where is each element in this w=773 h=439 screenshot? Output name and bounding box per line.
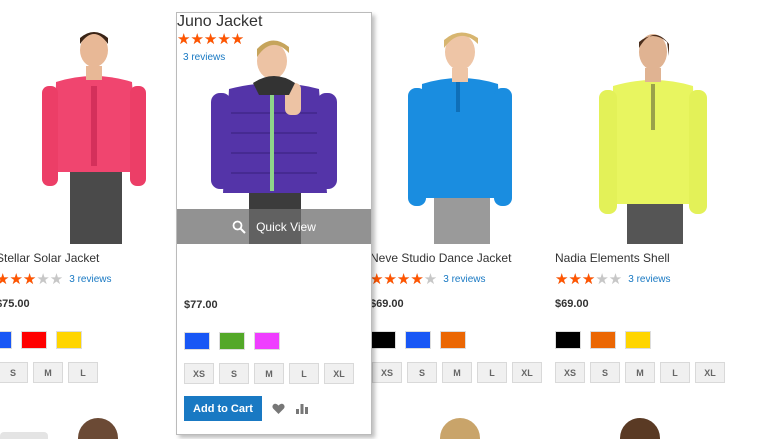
product-image[interactable] bbox=[370, 22, 566, 244]
product-name[interactable]: Nadia Elements Shell bbox=[555, 251, 670, 265]
reviews-link[interactable]: 3 reviews bbox=[69, 274, 111, 285]
size-options: XS S M L XL bbox=[372, 362, 542, 383]
color-swatch-orange[interactable] bbox=[590, 331, 616, 349]
size-option-xl[interactable]: XL bbox=[512, 362, 542, 383]
size-option-s[interactable]: S bbox=[219, 363, 249, 384]
compare-chart-icon[interactable] bbox=[294, 401, 310, 417]
size-options: S M L bbox=[0, 362, 98, 383]
size-option-l[interactable]: L bbox=[660, 362, 690, 383]
search-icon bbox=[232, 220, 246, 234]
product-card-stellar-solar-jacket[interactable]: Stellar Solar Jacket ★★★★★★★★★★ 3 review… bbox=[0, 0, 192, 439]
size-option-s[interactable]: S bbox=[0, 362, 28, 383]
product-card-neve-studio-dance-jacket[interactable]: Neve Studio Dance Jacket ★★★★★★★★★★ 3 re… bbox=[370, 0, 566, 439]
size-option-xl[interactable]: XL bbox=[695, 362, 725, 383]
rating-stars: ★★★★★★★★★★ bbox=[0, 270, 64, 288]
size-option-s[interactable]: S bbox=[407, 362, 437, 383]
color-swatch-blue[interactable] bbox=[405, 331, 431, 349]
quick-view-label: Quick View bbox=[256, 219, 316, 234]
color-swatch-green[interactable] bbox=[219, 332, 245, 350]
product-name[interactable]: Stellar Solar Jacket bbox=[0, 251, 99, 265]
product-rating: ★★★★★★★★★★ 3 reviews bbox=[555, 271, 671, 287]
color-swatches bbox=[555, 331, 651, 349]
product-price: $75.00 bbox=[0, 298, 30, 310]
product-price: $69.00 bbox=[555, 298, 589, 310]
size-option-xs[interactable]: XS bbox=[555, 362, 585, 383]
color-swatch-blue[interactable] bbox=[0, 331, 12, 349]
size-option-m[interactable]: M bbox=[33, 362, 63, 383]
color-swatches bbox=[0, 331, 82, 349]
product-rating: ★★★★★★★★★★ 3 reviews bbox=[0, 271, 112, 287]
reviews-link[interactable]: 3 reviews bbox=[443, 274, 485, 285]
product-name[interactable]: Neve Studio Dance Jacket bbox=[370, 251, 511, 265]
rating-stars: ★★★★★★★★★★ bbox=[177, 30, 245, 48]
product-actions: Add to Cart bbox=[184, 396, 310, 421]
size-option-l[interactable]: L bbox=[68, 362, 98, 383]
color-swatches bbox=[370, 331, 466, 349]
add-to-cart-button[interactable]: Add to Cart bbox=[184, 396, 262, 421]
color-swatches bbox=[184, 332, 280, 350]
product-photo bbox=[599, 34, 707, 244]
size-option-xl[interactable]: XL bbox=[324, 363, 354, 384]
color-swatch-blue[interactable] bbox=[184, 332, 210, 350]
product-price: $69.00 bbox=[370, 298, 404, 310]
wishlist-heart-icon[interactable] bbox=[270, 401, 286, 417]
product-image[interactable] bbox=[0, 22, 192, 244]
color-swatch-yellow[interactable] bbox=[56, 331, 82, 349]
size-option-m[interactable]: M bbox=[442, 362, 472, 383]
size-option-m[interactable]: M bbox=[625, 362, 655, 383]
rating-stars: ★★★★★★★★★★ bbox=[370, 270, 438, 288]
size-option-m[interactable]: M bbox=[254, 363, 284, 384]
size-option-l[interactable]: L bbox=[289, 363, 319, 384]
size-option-s[interactable]: S bbox=[590, 362, 620, 383]
product-image[interactable] bbox=[555, 22, 751, 244]
size-option-xs[interactable]: XS bbox=[372, 362, 402, 383]
color-swatch-orange[interactable] bbox=[440, 331, 466, 349]
product-rating: ★★★★★★★★★★ 3 reviews bbox=[370, 271, 486, 287]
color-swatch-black[interactable] bbox=[555, 331, 581, 349]
size-option-l[interactable]: L bbox=[477, 362, 507, 383]
color-swatch-yellow[interactable] bbox=[625, 331, 651, 349]
color-swatch-purple[interactable] bbox=[254, 332, 280, 350]
quick-view-button[interactable]: Quick View bbox=[177, 209, 371, 244]
size-options: XS S M L XL bbox=[555, 362, 725, 383]
size-options: XS S M L XL bbox=[184, 363, 354, 384]
size-option-xs[interactable]: XS bbox=[184, 363, 214, 384]
product-card-nadia-elements-shell[interactable]: Nadia Elements Shell ★★★★★★★★★★ 3 review… bbox=[555, 0, 751, 439]
product-photo bbox=[42, 32, 146, 244]
reviews-link[interactable]: 3 reviews bbox=[628, 274, 670, 285]
color-swatch-red[interactable] bbox=[21, 331, 47, 349]
rating-stars: ★★★★★★★★★★ bbox=[555, 270, 623, 288]
scroll-handle[interactable] bbox=[0, 432, 48, 439]
product-photo bbox=[408, 32, 512, 244]
product-card-juno-jacket[interactable]: Quick View Juno Jacket ★★★★★ ★★★★★ 3 revi… bbox=[176, 12, 372, 435]
color-swatch-black[interactable] bbox=[370, 331, 396, 349]
product-price: $77.00 bbox=[184, 299, 218, 311]
